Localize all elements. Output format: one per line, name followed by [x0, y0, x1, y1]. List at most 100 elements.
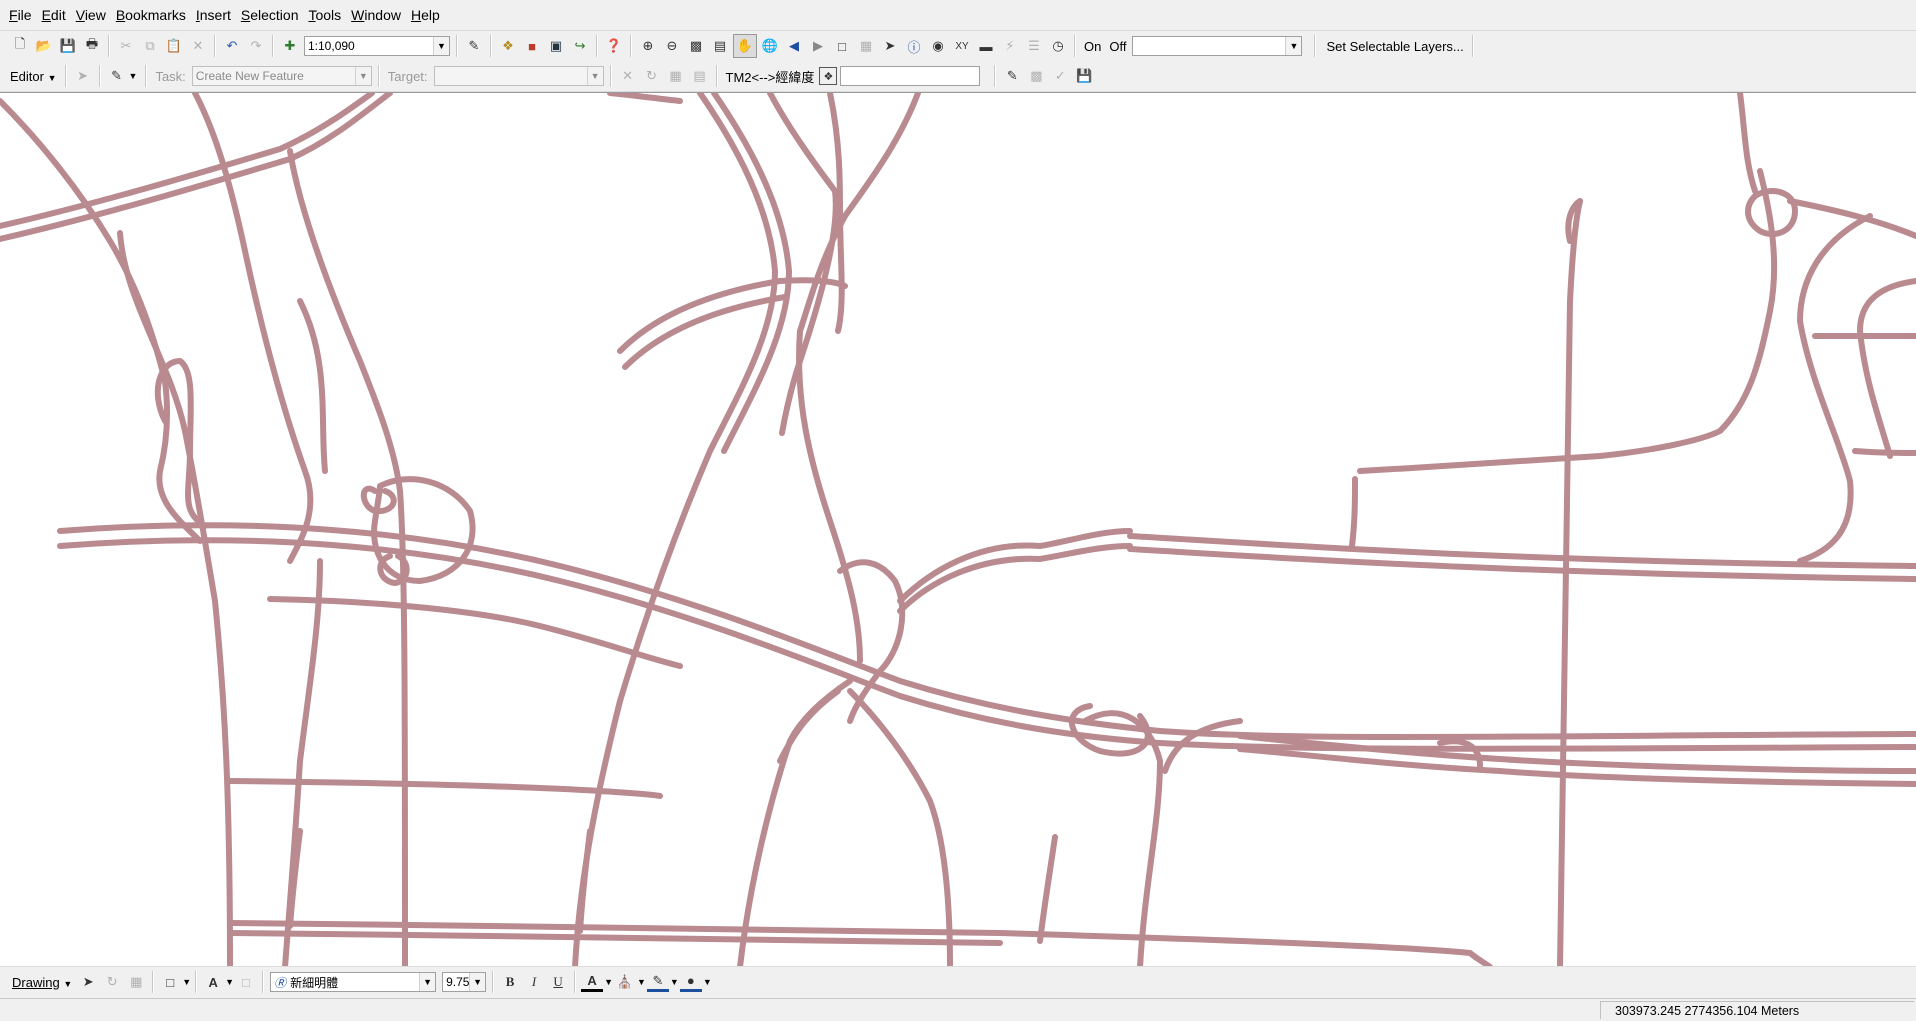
rotate-tool-icon[interactable]: ↻	[641, 65, 663, 87]
sketch-tool-pencil-icon[interactable]: ✎	[106, 65, 128, 87]
redo-icon[interactable]: ↷	[245, 35, 267, 57]
underline-button[interactable]: U	[547, 971, 569, 993]
time-slider-icon[interactable]: ◷	[1047, 35, 1069, 57]
forward-arrow-icon[interactable]: ▶	[807, 35, 829, 57]
font-color-icon[interactable]: A	[581, 973, 604, 992]
zoom-in-icon[interactable]: ⊕	[637, 35, 659, 57]
measure-icon[interactable]: ▬	[975, 35, 997, 57]
task-combo[interactable]: Create New Feature ▼	[191, 66, 372, 86]
chevron-down-icon[interactable]: ▼	[637, 977, 646, 987]
target-combo[interactable]: ▼	[433, 66, 604, 86]
model-builder-icon[interactable]: ↪	[569, 35, 591, 57]
chevron-down-icon: ▼	[63, 978, 73, 989]
undo-icon[interactable]: ↶	[221, 35, 243, 57]
map-view[interactable]	[0, 92, 1916, 967]
menu-tools[interactable]: Tools	[303, 0, 346, 30]
marker-color-icon[interactable]: ●	[679, 973, 702, 992]
open-folder-icon[interactable]: 📂	[33, 35, 55, 57]
menu-bar: File Edit View Bookmarks Insert Selectio…	[0, 0, 1916, 31]
editor-toolbar: Editor ▼ ➤ ✎ ▼ Task: Create New Feature …	[0, 61, 1916, 92]
sketch-properties-icon[interactable]: ▤	[689, 65, 711, 87]
chevron-down-icon: ▼	[469, 973, 486, 991]
hyperlink-icon[interactable]: ⚡	[999, 35, 1021, 57]
chevron-down-icon[interactable]: ▼	[670, 977, 679, 987]
whats-this-icon[interactable]: ❓	[603, 35, 625, 57]
menu-window[interactable]: Window	[346, 0, 406, 30]
html-popup-icon[interactable]: ☰	[1023, 35, 1045, 57]
bold-button[interactable]: B	[499, 971, 521, 993]
layer-combo[interactable]: ▼	[1132, 36, 1303, 56]
set-selectable-layers-button[interactable]: Set Selectable Layers...	[1326, 39, 1463, 54]
fixed-zoom-out-icon[interactable]: ▤	[709, 35, 731, 57]
chevron-down-icon[interactable]: ▼	[129, 71, 138, 81]
menu-insert[interactable]: Insert	[191, 0, 236, 30]
menu-edit[interactable]: Edit	[37, 0, 71, 30]
rotate-icon[interactable]: ↻	[101, 971, 123, 993]
validate-topology-icon[interactable]: ▩	[1025, 65, 1047, 87]
menu-bookmarks[interactable]: Bookmarks	[111, 0, 191, 30]
select-elements-arrow-icon[interactable]: ➤	[879, 35, 901, 57]
arccatalog-icon[interactable]: ■	[521, 35, 543, 57]
menu-file[interactable]: File	[4, 0, 37, 30]
pan-hand-icon[interactable]: ✋	[733, 34, 757, 58]
split-tool-icon[interactable]: ✕	[617, 65, 639, 87]
menu-help[interactable]: Help	[406, 0, 445, 30]
delete-icon[interactable]: ✕	[187, 35, 209, 57]
map-scale-value: 1:10,090	[308, 39, 355, 53]
on-label[interactable]: On	[1084, 39, 1101, 54]
paste-icon[interactable]: 📋	[163, 35, 185, 57]
zoom-out-icon[interactable]: ⊖	[661, 35, 683, 57]
identify-icon[interactable]: ⓘ	[903, 35, 925, 57]
fix-topology-icon[interactable]: ✓	[1049, 65, 1071, 87]
editor-menu-button[interactable]: Editor ▼	[10, 69, 57, 84]
menu-selection[interactable]: Selection	[236, 0, 304, 30]
text-tool-icon[interactable]: A	[202, 971, 224, 993]
chevron-down-icon[interactable]: ▼	[703, 977, 712, 987]
add-data-icon[interactable]: ✚	[279, 35, 301, 57]
topology-edit-icon[interactable]: ✎	[1001, 65, 1023, 87]
task-label: Task:	[155, 68, 186, 84]
status-bar: 303973.245 2774356.104 Meters	[0, 998, 1916, 1021]
zoom-to-selected-icon[interactable]: ▦	[125, 971, 147, 993]
save-icon[interactable]: 💾	[57, 35, 79, 57]
cut-icon[interactable]: ✂	[115, 35, 137, 57]
editor-toolbar-icon[interactable]: ✎	[463, 35, 485, 57]
off-label[interactable]: Off	[1109, 39, 1126, 54]
fill-color-bucket-icon[interactable]: ⛪	[614, 971, 636, 993]
chevron-down-icon[interactable]: ▼	[604, 977, 613, 987]
back-arrow-icon[interactable]: ◀	[783, 35, 805, 57]
coordinate-input[interactable]	[840, 66, 981, 86]
italic-button[interactable]: I	[523, 971, 545, 993]
arctoolbox-icon[interactable]: ❖	[497, 35, 519, 57]
edit-tool-arrow-icon[interactable]: ➤	[72, 65, 94, 87]
command-line-icon[interactable]: ▣	[545, 35, 567, 57]
tm2-convert-label[interactable]: TM2<-->經緯度	[726, 67, 815, 86]
save-edits-icon[interactable]: 💾	[1073, 65, 1095, 87]
find-binoculars-icon[interactable]: ◉	[927, 35, 949, 57]
menu-view[interactable]: View	[71, 0, 111, 30]
select-elements-icon[interactable]: ➤	[77, 971, 99, 993]
drawing-toolbar: Drawing ▼ ➤ ↻ ▦ □ ▼ A ▼ □ Ⓡ 新細明體 ▼ 9.75 …	[0, 966, 1916, 997]
chevron-down-icon: ▼	[419, 973, 436, 991]
drawing-menu-button[interactable]: Drawing ▼	[12, 975, 72, 990]
select-features-icon[interactable]: □	[831, 35, 853, 57]
editor-menu-label: Editor	[10, 68, 44, 84]
rectangle-icon[interactable]: □	[159, 971, 181, 993]
map-scale-combo[interactable]: 1:10,090 ▼	[304, 36, 450, 56]
line-color-pen-icon[interactable]: ✎	[646, 973, 669, 992]
coordinate-tool-icon[interactable]: ❖	[819, 67, 838, 85]
new-document-icon[interactable]: 🗋	[9, 35, 31, 57]
clear-selection-icon[interactable]: ▦	[855, 35, 877, 57]
font-size-combo[interactable]: 9.75 ▼	[442, 972, 487, 992]
print-icon[interactable]: 🖶	[81, 35, 103, 57]
standard-toolbar: 🗋 📂 💾 🖶 ✂ ⧉ 📋 ✕ ↶ ↷ ✚ 1:10,090 ▼ ✎ ❖ ■ ▣…	[0, 31, 1916, 62]
chevron-down-icon[interactable]: ▼	[182, 977, 191, 987]
edit-vertices-icon[interactable]: □	[235, 971, 257, 993]
chevron-down-icon[interactable]: ▼	[225, 977, 234, 987]
full-extent-globe-icon[interactable]: 🌐	[759, 35, 781, 57]
attributes-icon[interactable]: ▦	[665, 65, 687, 87]
fixed-zoom-in-icon[interactable]: ▩	[685, 35, 707, 57]
font-name-combo[interactable]: Ⓡ 新細明體 ▼	[270, 972, 437, 992]
go-to-xy-icon[interactable]: XY	[951, 35, 973, 57]
copy-icon[interactable]: ⧉	[139, 35, 161, 57]
